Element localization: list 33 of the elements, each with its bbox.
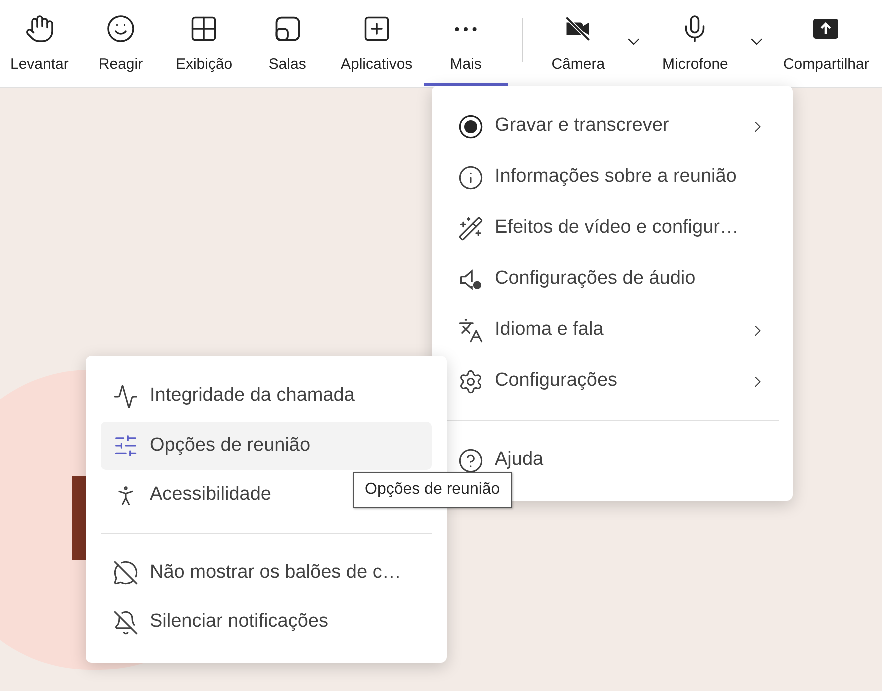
smiley-icon: [106, 14, 136, 44]
help-icon: [458, 448, 484, 474]
menu-item[interactable]: Gravar e transcrever: [432, 101, 793, 152]
toolbar-button[interactable]: Reagir: [79, 0, 163, 86]
menu-item[interactable]: Idioma e fala: [432, 305, 793, 356]
chat-off-icon: [113, 560, 139, 586]
toolbar-button[interactable]: Levantar: [0, 0, 80, 86]
menu-item[interactable]: Configurações: [432, 356, 793, 407]
tooltip: Opções de reunião: [353, 472, 512, 508]
toolbar-button[interactable]: Microfone: [648, 0, 744, 86]
speaker-gear-icon: [458, 266, 484, 292]
bell-off-icon: [113, 610, 139, 636]
menu-item[interactable]: Efeitos de vídeo e configur…: [432, 203, 793, 254]
menu-item[interactable]: Informações sobre a reunião: [432, 152, 793, 203]
toolbar-button[interactable]: Exibição: [162, 0, 246, 86]
hand-icon: [24, 14, 55, 44]
sliders-icon: [113, 433, 139, 459]
menu-item[interactable]: Integridade da chamada: [101, 372, 432, 420]
more-icon: [455, 26, 478, 32]
toolbar-button[interactable]: Compartilhar: [770, 0, 882, 86]
settings-icon: [458, 368, 484, 394]
info-icon: [458, 164, 484, 190]
magic-wand-icon: [458, 216, 484, 242]
toolbar-button[interactable]: Salas: [246, 0, 330, 86]
menu-item[interactable]: Opções de reunião: [101, 422, 432, 470]
menu-item[interactable]: Silenciar notificações: [101, 598, 432, 646]
toolbar-button[interactable]: Aplicativos: [329, 0, 424, 86]
pulse-icon: [113, 384, 139, 410]
record-icon: [458, 114, 484, 140]
toolbar-button[interactable]: Câmera: [536, 0, 620, 86]
menu-item[interactable]: Configurações de áudio: [432, 254, 793, 305]
language-icon: [458, 318, 484, 344]
menu-item[interactable]: Não mostrar os balões de c…: [101, 549, 432, 597]
